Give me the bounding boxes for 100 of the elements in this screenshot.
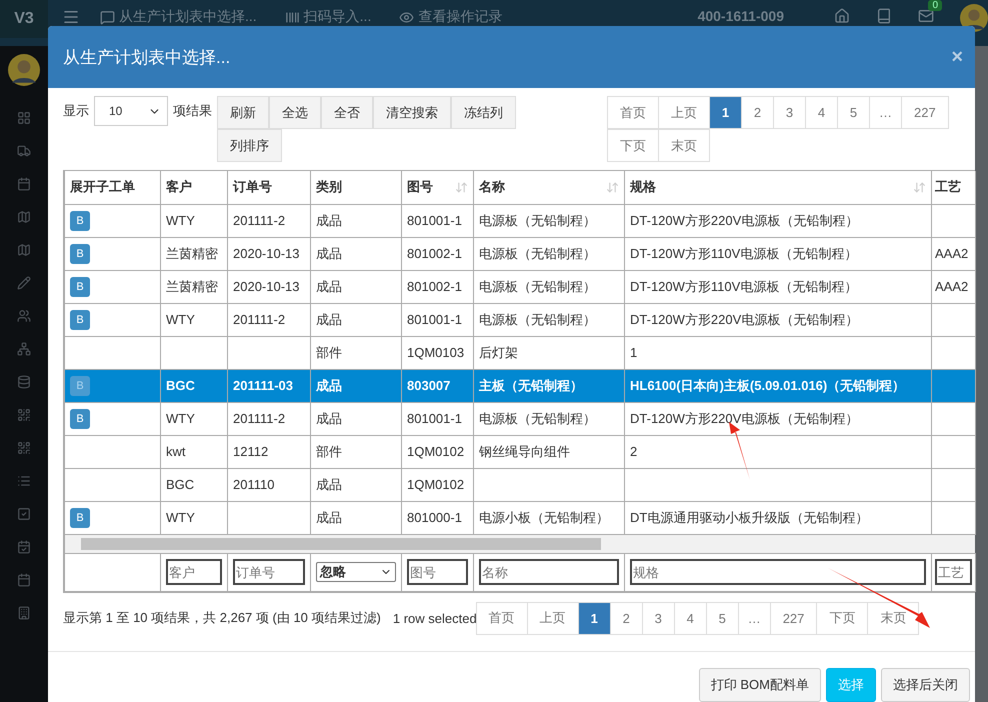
sitemap-icon[interactable] — [17, 342, 31, 356]
sort-icon[interactable] — [455, 180, 468, 194]
filter-select[interactable]: 忽略 — [316, 562, 396, 582]
page-button[interactable]: 3 — [642, 602, 675, 634]
table-cell: 电源板（无铅制程） — [474, 303, 624, 336]
selection-info: 1 row selected — [392, 610, 477, 626]
edit-icon[interactable] — [17, 276, 31, 290]
column-header[interactable]: 名称 — [474, 171, 624, 204]
toolbar-button[interactable]: 全否 — [321, 96, 373, 129]
page-button[interactable]: 2 — [741, 96, 774, 129]
horizontal-scrollbar[interactable] — [64, 534, 975, 552]
avatar[interactable] — [8, 54, 40, 86]
toolbar-button[interactable]: 全选 — [269, 96, 321, 129]
filter-field[interactable]: 订单号 — [233, 559, 305, 585]
table-row[interactable]: B WTY 201111-2 成品 801001-1 电源板（无铅制程） DT-120W方形220V电源板（无铅制程） — [64, 204, 976, 237]
table-cell: 主板（无铅制程） — [474, 369, 624, 402]
page-button[interactable]: 上页 — [658, 96, 710, 129]
expand-button[interactable]: B — [70, 276, 90, 296]
nav-link[interactable]: 查看操作记录 — [418, 8, 502, 26]
table-row[interactable]: B 兰茵精密 2020-10-13 成品 801002-1 电源板（无铅制程） DT-120W方形110V电源板（无铅制程） AAA2 — [64, 237, 976, 270]
table-row[interactable]: B WTY 201111-2 成品 801001-1 电源板（无铅制程） DT-120W方形220V电源板（无铅制程） — [64, 303, 976, 336]
close-button[interactable]: × — [951, 46, 963, 68]
table-row[interactable]: 部件 1QM0103 后灯架 1 — [64, 336, 976, 369]
map-icon[interactable] — [17, 243, 31, 257]
calendar-check-icon[interactable] — [17, 540, 31, 554]
page-button[interactable]: 5 — [837, 96, 870, 129]
building-icon[interactable] — [17, 606, 31, 620]
calendar-icon[interactable] — [17, 573, 31, 587]
page-button[interactable]: 末页 — [867, 602, 920, 634]
filter-field[interactable]: 名称 — [479, 559, 619, 585]
page-button[interactable]: 5 — [706, 602, 739, 634]
nav-link[interactable]: 从生产计划表中选择... — [119, 8, 257, 26]
expand-button[interactable]: B — [70, 310, 90, 330]
page-button[interactable]: 上页 — [526, 602, 579, 634]
toolbar-button[interactable]: 刷新 — [217, 96, 269, 129]
calendar-icon[interactable] — [17, 177, 31, 191]
table-row[interactable]: B 兰茵精密 2020-10-13 成品 801002-1 电源板（无铅制程） DT-120W方形110V电源板（无铅制程） AAA2 — [64, 270, 976, 303]
barcode-icon[interactable] — [284, 10, 300, 24]
page-button[interactable]: 下页 — [607, 129, 659, 162]
eye-icon[interactable] — [399, 10, 414, 24]
sort-icon[interactable] — [606, 180, 619, 194]
table-row[interactable]: B WTY 成品 801000-1 电源小板（无铅制程） DT电源通用驱动小板升级版（无铅制程） — [64, 501, 976, 534]
page-button[interactable]: 3 — [773, 96, 806, 129]
book-icon[interactable] — [876, 8, 892, 24]
table-cell: WTY — [160, 501, 228, 534]
users-icon[interactable] — [17, 309, 31, 323]
database-icon[interactable] — [17, 375, 31, 389]
page-length-select[interactable]: 10 — [94, 96, 168, 126]
dialog-button[interactable]: 打印 BOM配料单 — [698, 668, 821, 702]
home-icon[interactable] — [834, 8, 850, 24]
page-button[interactable]: 4 — [805, 96, 838, 129]
grid-icon[interactable] — [17, 111, 31, 125]
toolbar-button[interactable]: 冻结列 — [451, 96, 516, 129]
expand-button[interactable]: B — [70, 508, 90, 528]
truck-icon[interactable] — [17, 144, 31, 158]
table-cell: DT-120W方形220V电源板（无铅制程） — [624, 204, 932, 237]
toolbar-button[interactable]: 清空搜索 — [373, 96, 451, 129]
column-header: 工艺 — [932, 171, 976, 204]
page-button[interactable]: 首页 — [607, 96, 659, 129]
table-row[interactable]: B WTY 201111-2 成品 801001-1 电源板（无铅制程） DT-120W方形220V电源板（无铅制程） — [64, 402, 976, 435]
mail-icon[interactable] — [918, 8, 934, 24]
qrcode-icon[interactable] — [17, 441, 31, 455]
expand-button[interactable]: B — [70, 210, 90, 230]
table-cell: 成品 — [310, 468, 402, 501]
dialog-button[interactable]: 选择后关闭 — [881, 668, 970, 702]
table-row[interactable]: kwt 12112 部件 1QM0102 钢丝绳导向组件 2 — [64, 435, 976, 468]
page-button[interactable]: 227 — [770, 602, 818, 634]
logo[interactable]: V3 — [0, 0, 48, 38]
menu-icon[interactable] — [62, 8, 80, 26]
list-icon[interactable] — [17, 474, 31, 488]
table-cell: AAA2 — [932, 270, 976, 303]
page-button[interactable]: 4 — [674, 602, 707, 634]
column-header[interactable]: 规格 — [624, 171, 932, 204]
table-cell: 1QM0102 — [402, 468, 474, 501]
page-button[interactable]: 1 — [578, 602, 611, 634]
page-button[interactable]: … — [869, 96, 902, 129]
filter-field[interactable]: 规格 — [630, 559, 926, 585]
checkbox-icon[interactable] — [17, 507, 31, 521]
comment-icon[interactable] — [100, 10, 115, 24]
page-button[interactable]: 下页 — [816, 602, 868, 634]
page-button[interactable]: 1 — [709, 96, 742, 129]
page-button[interactable]: … — [738, 602, 771, 634]
map-icon[interactable] — [17, 210, 31, 224]
filter-field[interactable]: 图号 — [407, 559, 468, 585]
sort-icon[interactable] — [913, 180, 926, 194]
page-button[interactable]: 末页 — [658, 129, 710, 162]
column-header[interactable]: 图号 — [402, 171, 474, 204]
page-button[interactable]: 227 — [901, 96, 949, 129]
expand-button[interactable]: B — [70, 408, 90, 428]
table-cell: 2 — [624, 435, 932, 468]
page-button[interactable]: 首页 — [476, 602, 528, 634]
nav-link[interactable]: 扫码导入... — [304, 8, 372, 26]
expand-button[interactable]: B — [70, 244, 90, 264]
filter-field[interactable]: 客户 — [166, 559, 222, 585]
filter-field[interactable]: 工艺 — [935, 559, 972, 585]
qrcode-icon[interactable] — [17, 408, 31, 422]
toolbar-button[interactable]: 列排序 — [217, 129, 282, 162]
table-row[interactable]: BGC 201110 成品 1QM0102 — [64, 468, 976, 501]
table-row[interactable]: B BGC 201111-03 成品 803007 主板（无铅制程） HL6100(日本向)主板(5.09.01.016)（无铅制程） — [64, 369, 976, 402]
page-button[interactable]: 2 — [610, 602, 643, 634]
